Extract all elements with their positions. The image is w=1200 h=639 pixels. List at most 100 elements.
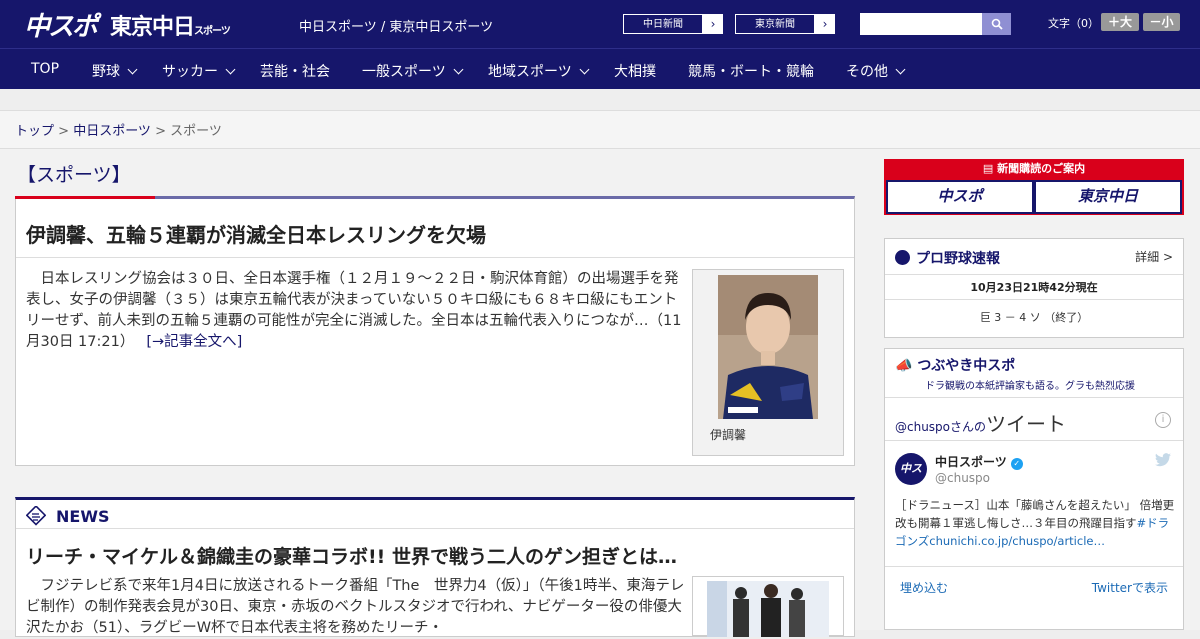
tweet: 中スポ 中日スポーツ ✓ @chuspo ［ドラニュース］山本「藤嶋さんを超えたい…	[885, 441, 1183, 567]
nav-soccer[interactable]: サッカー	[162, 61, 236, 81]
news-label: NEWS	[56, 507, 110, 526]
breadcrumb-parent[interactable]: 中日スポーツ	[73, 124, 151, 139]
tweet-account-name[interactable]: 中日スポーツ ✓	[935, 453, 1023, 470]
nav-top[interactable]: TOP	[31, 61, 59, 77]
breadcrumb-current: スポーツ	[170, 124, 222, 139]
nav-others[interactable]: その他	[846, 61, 906, 81]
nav-label: サッカー	[162, 64, 218, 80]
twitter-widget-header: 📣 つぶやき中スポ ドラ観戦の本紙評論家も語る。グラも熱烈応援	[885, 349, 1183, 397]
twitter-widget-subtitle: ドラ観戦の本紙評論家も語る。グラも熱烈応援	[925, 381, 1135, 392]
nav-label: 野球	[92, 64, 120, 80]
breadcrumb-sep: >	[54, 124, 74, 139]
featured-body: 日本レスリング協会は３０日、全日本選手権（１２月１９～２２日・駒沢体育館）の出場…	[26, 269, 686, 353]
twitter-widget: 📣 つぶやき中スポ ドラ観戦の本紙評論家も語る。グラも熱烈応援 @chuspoさ…	[884, 348, 1184, 630]
nav-label: 大相撲	[614, 64, 656, 80]
featured-headline[interactable]: 伊調馨、五輪５連覇が消滅全日本レスリングを欠場	[16, 199, 854, 258]
news-section: NEWS リーチ・マイケル＆錦織圭の豪華コラボ!! 世界で戦う二人のゲン担ぎとは…	[15, 497, 855, 637]
font-smaller-button[interactable]: －小	[1143, 13, 1180, 31]
twitter-widget-title: 📣 つぶやき中スポ	[895, 358, 1015, 374]
search-button[interactable]	[982, 13, 1011, 35]
subscription-banner[interactable]: ▤ 新聞購読のご案内 中スポ 東京中日	[884, 159, 1184, 215]
tweets-header-text: @chuspoさんのツイート	[895, 412, 1066, 436]
nav-label: 地域スポーツ	[488, 64, 572, 80]
nav-label: TOP	[31, 61, 60, 77]
baseball-score[interactable]: 巨 3 － 4 ソ （終了）	[885, 300, 1183, 336]
avatar[interactable]: 中スポ	[895, 453, 927, 507]
baseball-timestamp: 10月23日21時42分現在	[885, 275, 1183, 300]
athlete-photo-illustration	[718, 275, 818, 419]
nav-label: 芸能・社会	[260, 64, 330, 80]
read-more-link[interactable]: [→記事全文へ]	[146, 334, 242, 350]
chevron-down-icon	[127, 64, 138, 75]
tokyo-logo-text: 東京中日	[110, 15, 195, 40]
tokyo-chunichi-logo[interactable]: 東京中日スポーツ	[110, 9, 231, 41]
verified-icon: ✓	[1010, 458, 1023, 470]
view-on-twitter-link[interactable]: Twitterで表示	[1092, 579, 1168, 596]
tweet-text: ［ドラニュース］山本「藤嶋さんを超えたい」 倍増更改も開幕１軍逃し悔しさ…３年目…	[895, 496, 1175, 550]
baseball-detail-link[interactable]: 詳細 >	[1135, 248, 1173, 265]
breadcrumb-sep: >	[150, 124, 171, 139]
nav-baseball[interactable]: 野球	[92, 61, 138, 81]
baseball-icon	[895, 249, 910, 265]
chevron-down-icon	[225, 64, 236, 75]
tweets-label: ツイート	[986, 412, 1067, 436]
subscribe-chuspo-logo[interactable]: 中スポ	[888, 182, 1032, 212]
subscription-title: ▤ 新聞購読のご案内	[884, 159, 1184, 179]
chunichi-link-label: 中日新聞	[623, 14, 703, 34]
breadcrumb-home[interactable]: トップ	[15, 124, 54, 139]
news-photo[interactable]	[692, 576, 844, 637]
nav-general-sports[interactable]: 一般スポーツ	[362, 61, 464, 81]
header-bar: 中スポ 東京中日スポーツ 中日スポーツ / 東京中日スポーツ 中日新聞 › 東京…	[0, 0, 1200, 48]
chevron-down-icon	[579, 64, 590, 75]
chevron-right-icon: ›	[822, 17, 828, 31]
nav-sumo[interactable]: 大相撲	[614, 61, 656, 81]
chevron-right-icon: ›	[710, 17, 716, 31]
spacer-band	[0, 89, 1200, 111]
news-headline[interactable]: リーチ・マイケル＆錦織圭の豪華コラボ!! 世界で戦う二人のゲン担ぎとは…	[26, 542, 677, 569]
chunichi-shimbun-link[interactable]: 中日新聞 ›	[622, 13, 724, 35]
tweets-handle-suffix: さんの	[950, 420, 987, 434]
subscribe-tokyo-logo[interactable]: 東京中日	[1036, 182, 1180, 212]
nav-racing[interactable]: 競馬・ボート・競輪	[688, 61, 814, 81]
site-title[interactable]: 中日スポーツ / 東京中日スポーツ	[299, 16, 493, 35]
nav-label: その他	[846, 64, 888, 80]
chevron-down-icon	[895, 64, 906, 75]
tweets-header: @chuspoさんのツイート i	[885, 397, 1183, 441]
chevron-down-icon	[453, 64, 464, 75]
info-icon[interactable]: i	[1155, 412, 1171, 428]
section-title: 【スポーツ】	[17, 164, 131, 186]
tweets-handle[interactable]: @chuspo	[895, 420, 950, 434]
search-input[interactable]	[860, 13, 982, 35]
tokyo-shimbun-link[interactable]: 東京新聞 ›	[734, 13, 836, 35]
news-photo-illustration	[707, 581, 829, 637]
baseball-title: プロ野球速報	[916, 251, 1000, 267]
megaphone-icon: 📣	[895, 358, 918, 374]
tokyo-link-label: 東京新聞	[735, 14, 815, 34]
nav-label: 競馬・ボート・競輪	[688, 64, 814, 80]
subscription-title-text: 新聞購読のご案内	[997, 162, 1086, 175]
newspaper-icon: ▤	[982, 162, 998, 175]
baseball-header: プロ野球速報 詳細 >	[885, 239, 1183, 275]
twitter-widget-footer: 埋め込む Twitterで表示	[885, 567, 1183, 609]
main-nav: TOP 野球 サッカー 芸能・社会 一般スポーツ 地域スポーツ 大相撲 競馬・ボ…	[0, 48, 1200, 89]
embed-link[interactable]: 埋め込む	[900, 581, 948, 595]
breadcrumb: トップ > 中日スポーツ > スポーツ	[0, 111, 1200, 149]
baseball-scores-box: プロ野球速報 詳細 > 10月23日21時42分現在 巨 3 － 4 ソ （終了…	[884, 238, 1184, 338]
font-size-label: 文字（0）	[1048, 17, 1099, 30]
nav-local-sports[interactable]: 地域スポーツ	[488, 61, 590, 81]
featured-photo-caption: 伊調馨	[710, 428, 747, 442]
news-icon	[26, 506, 46, 526]
accent-line	[15, 196, 155, 199]
font-larger-button[interactable]: ＋大	[1101, 13, 1139, 31]
tweet-account-handle[interactable]: @chuspo	[935, 471, 990, 485]
featured-photo[interactable]	[718, 275, 818, 419]
featured-article: 伊調馨、五輪５連覇が消滅全日本レスリングを欠場 日本レスリング協会は３０日、全日…	[15, 196, 855, 466]
tweet-body: ［ドラニュース］山本「藤嶋さんを超えたい」 倍増更改も開幕１軍逃し悔しさ…３年目…	[895, 498, 1175, 530]
featured-body-text: 日本レスリング協会は３０日、全日本選手権（１２月１９～２２日・駒沢体育館）の出場…	[26, 271, 682, 350]
chuspo-logo[interactable]: 中スポ	[24, 6, 98, 43]
search-icon	[991, 18, 1003, 30]
account-name-text: 中日スポーツ	[935, 455, 1007, 469]
nav-entertainment[interactable]: 芸能・社会	[260, 61, 330, 81]
twitter-bird-icon[interactable]	[1155, 453, 1171, 471]
nav-label: 一般スポーツ	[362, 64, 446, 80]
